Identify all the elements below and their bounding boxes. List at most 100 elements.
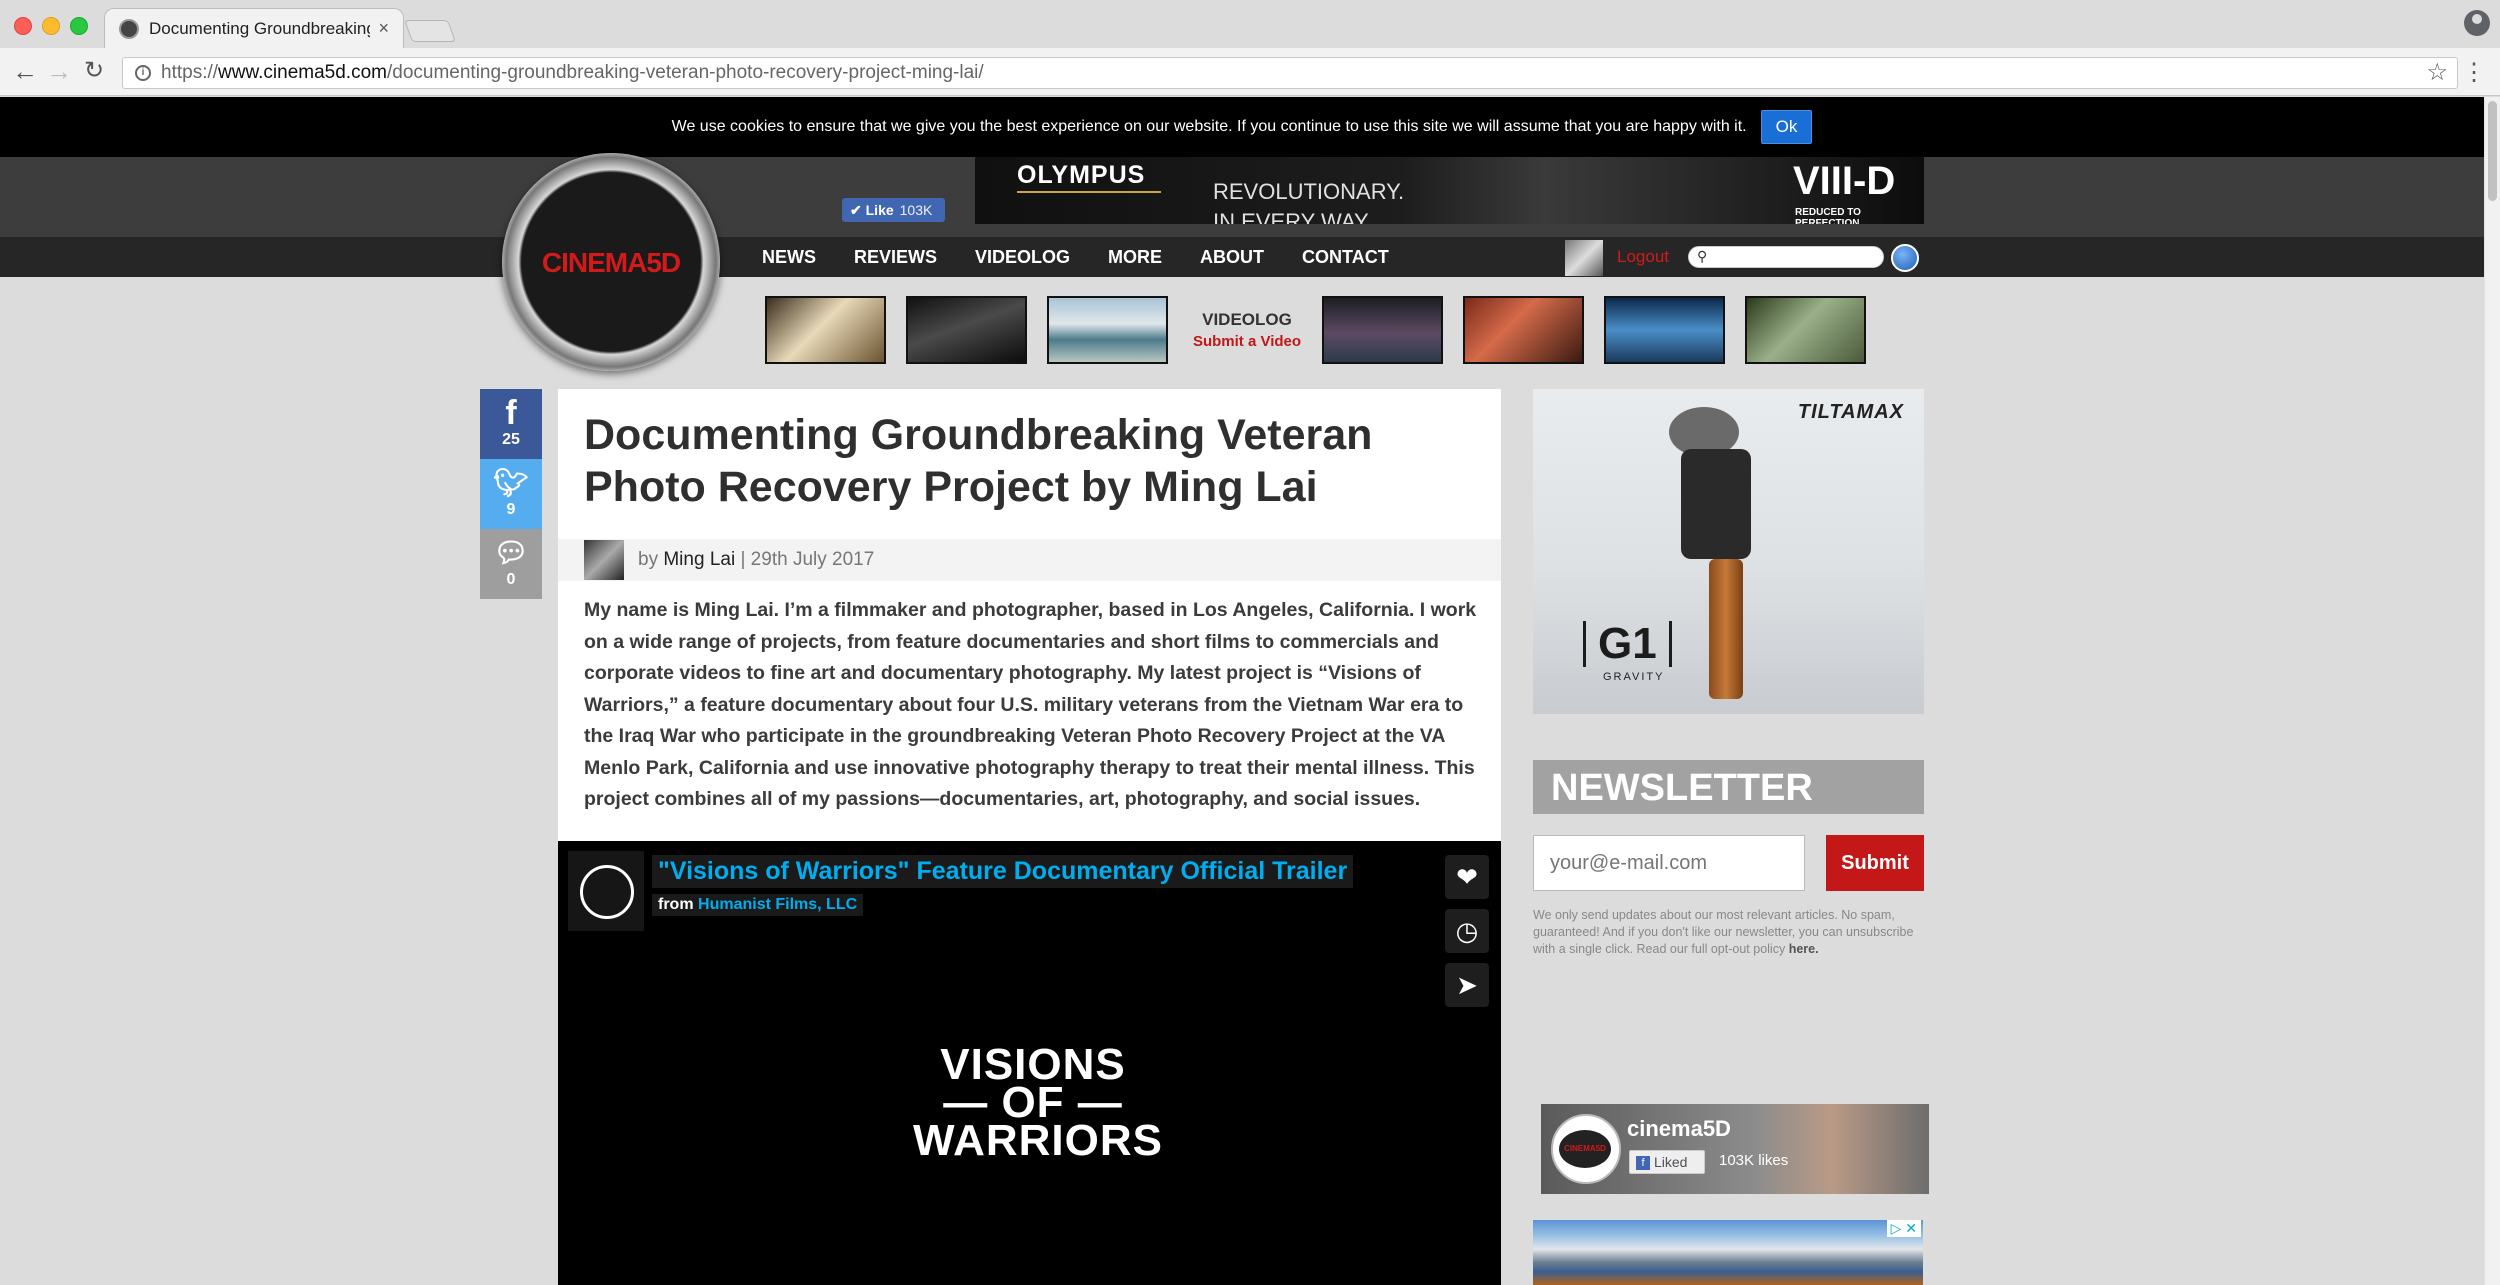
ad-tagline: REVOLUTIONARY. IN EVERY WAY. [1213,179,1405,224]
author-link[interactable]: Ming Lai [663,549,735,570]
bookmark-star-icon[interactable]: ☆ [2426,58,2448,87]
share-twitter-button[interactable]: 🐦︎ 9 [480,459,542,529]
globe-icon[interactable] [1891,244,1919,272]
tab-close-icon[interactable]: × [378,18,389,39]
maximize-window-button[interactable] [70,17,88,35]
watch-later-clock-icon[interactable]: ◷ [1445,909,1489,953]
olympus-banner-ad[interactable]: OLYMPUS REVOLUTIONARY. IN EVERY WAY. VII… [975,157,1924,224]
facebook-share-count: 25 [502,431,520,448]
scrollbar-thumb[interactable] [2488,101,2497,201]
gimbal-camera-image [1681,449,1751,559]
new-tab-button[interactable] [403,20,457,42]
site-logo[interactable]: CINEMA5D [502,153,720,371]
profile-icon[interactable] [2464,10,2490,36]
facebook-icon: f [505,394,517,432]
ad-brand-underline [1017,191,1161,193]
opt-out-policy-link[interactable]: here. [1789,942,1819,956]
share-send-icon[interactable]: ➤ [1445,963,1489,1007]
nav-more[interactable]: MORE [1108,247,1162,268]
videolog-title: VIDEOLOG [1202,310,1292,329]
article-date: | 29th July 2017 [740,549,875,570]
forward-arrow-icon[interactable]: → [46,58,72,84]
gimbal-handle-image [1709,559,1743,699]
menu-kebab-icon[interactable]: ⋮ [2462,58,2486,87]
newsletter-submit-button[interactable]: Submit [1826,835,1924,891]
page-viewport: OLYMPUS REVOLUTIONARY. IN EVERY WAY. VII… [0,97,2484,1285]
like-heart-icon[interactable]: ❤ [1445,855,1489,899]
favicon-icon [119,18,139,39]
nav-videolog[interactable]: VIDEOLOG [975,247,1070,268]
facebook-like-button[interactable]: ✔ Like 103K [842,198,945,222]
facebook-icon: f [1636,1156,1650,1171]
submit-video-link[interactable]: Submit a Video [1188,333,1306,350]
browser-tab[interactable]: Documenting Groundbreaking × [104,8,404,48]
ad-product-sub: GRAVITY [1603,671,1665,683]
newsletter-heading: NEWSLETTER [1533,760,1924,814]
landscape-sidebar-ad[interactable]: ▷ ✕ [1533,1220,1923,1285]
article: Documenting Groundbreaking Veteran Photo… [558,389,1501,1285]
search-input[interactable] [1688,246,1884,268]
browser-toolbar: ← → ↻ i https://www.cinema5d.com/documen… [0,48,2500,96]
facebook-liked-button[interactable]: f Liked [1629,1150,1705,1174]
video-thumbnail[interactable] [765,296,886,364]
video-thumbnail[interactable] [1047,296,1168,364]
back-arrow-icon[interactable]: ← [12,58,38,84]
facebook-page-avatar[interactable] [1551,1114,1621,1184]
nav-news[interactable]: NEWS [762,247,816,268]
nav-about[interactable]: ABOUT [1200,247,1264,268]
video-thumbnail[interactable] [1745,296,1866,364]
comments-button[interactable]: 💬︎ 0 [480,529,542,599]
nav-contact[interactable]: CONTACT [1302,247,1389,268]
article-intro: My name is Ming Lai. I’m a filmmaker and… [584,599,1477,810]
article-byline: by Ming Lai | 29th July 2017 [558,539,1501,581]
minimize-window-button[interactable] [42,17,60,35]
close-window-button[interactable] [14,17,32,35]
page-scrollbar[interactable] [2484,97,2500,1285]
video-thumbnail[interactable] [1604,296,1725,364]
ad-brand-right-sub: REDUCED TO PERFECTION [1795,207,1861,224]
cookie-notice-bar: We use cookies to ensure that we give yo… [0,97,2484,157]
browser-tabbar: Documenting Groundbreaking × [0,0,2500,48]
video-thumbnail[interactable] [1322,296,1443,364]
facebook-page-box[interactable]: cinema5D fLiked 103K likes [1541,1104,1929,1194]
comment-icon: 💬︎ [493,537,529,568]
nav-reviews[interactable]: REVIEWS [854,247,937,268]
video-author-link[interactable]: Humanist Films, LLC [698,896,857,913]
author-avatar[interactable] [584,540,624,580]
video-from: from Humanist Films, LLC [652,894,864,916]
logo-text: CINEMA5D [541,247,681,278]
check-icon: ✔ [850,201,866,218]
tab-title: Documenting Groundbreaking [149,18,371,38]
share-facebook-button[interactable]: f 25 [480,389,542,459]
video-thumbnail[interactable] [1463,296,1584,364]
cookie-ok-button[interactable]: Ok [1760,110,1813,144]
videolog-thumbnails: VIDEOLOG Submit a Video [765,296,1886,364]
main-nav: NEWS REVIEWS VIDEOLOG MORE ABOUT CONTACT [762,237,1427,277]
url-text: https://www.cinema5d.com/documenting-gro… [161,62,984,83]
adchoices-icon[interactable]: ▷ ✕ [1886,1220,1921,1237]
cookie-text: We use cookies to ensure that we give yo… [671,118,1747,135]
reload-icon[interactable]: ↻ [84,58,104,84]
info-icon[interactable]: i [135,65,151,81]
search-icon: ⚲ [1697,248,1708,264]
twitter-icon: 🐦︎ [493,467,529,498]
user-avatar[interactable] [1565,240,1603,276]
ad-brand: TILTAMAX [1797,401,1904,423]
newsletter-email-input[interactable] [1533,835,1805,891]
logout-link[interactable]: Logout [1617,247,1669,267]
channel-logo[interactable] [568,851,644,931]
ad-brand-left: OLYMPUS [1017,161,1146,189]
video-title-card: VISIONS — OF — WARRIORS [913,1040,1163,1165]
facebook-page-name[interactable]: cinema5D [1627,1116,1731,1142]
ad-brand-right: VIII-D [1793,159,1896,203]
video-player[interactable]: "Visions of Warriors" Feature Documentar… [558,841,1501,1285]
tiltamax-sidebar-ad[interactable]: TILTAMAX G1 GRAVITY [1533,389,1924,714]
newsletter-note: We only send updates about our most rele… [1533,908,1914,956]
ad-product: G1 [1583,621,1672,667]
video-title[interactable]: "Visions of Warriors" Feature Documentar… [652,855,1354,888]
address-bar[interactable]: i https://www.cinema5d.com/documenting-g… [122,57,2458,89]
article-title: Documenting Groundbreaking Veteran Photo… [584,411,1373,511]
facebook-likes-count: 103K likes [1719,1152,1789,1169]
videolog-submit[interactable]: VIDEOLOG Submit a Video [1188,310,1306,350]
video-thumbnail[interactable] [906,296,1027,364]
